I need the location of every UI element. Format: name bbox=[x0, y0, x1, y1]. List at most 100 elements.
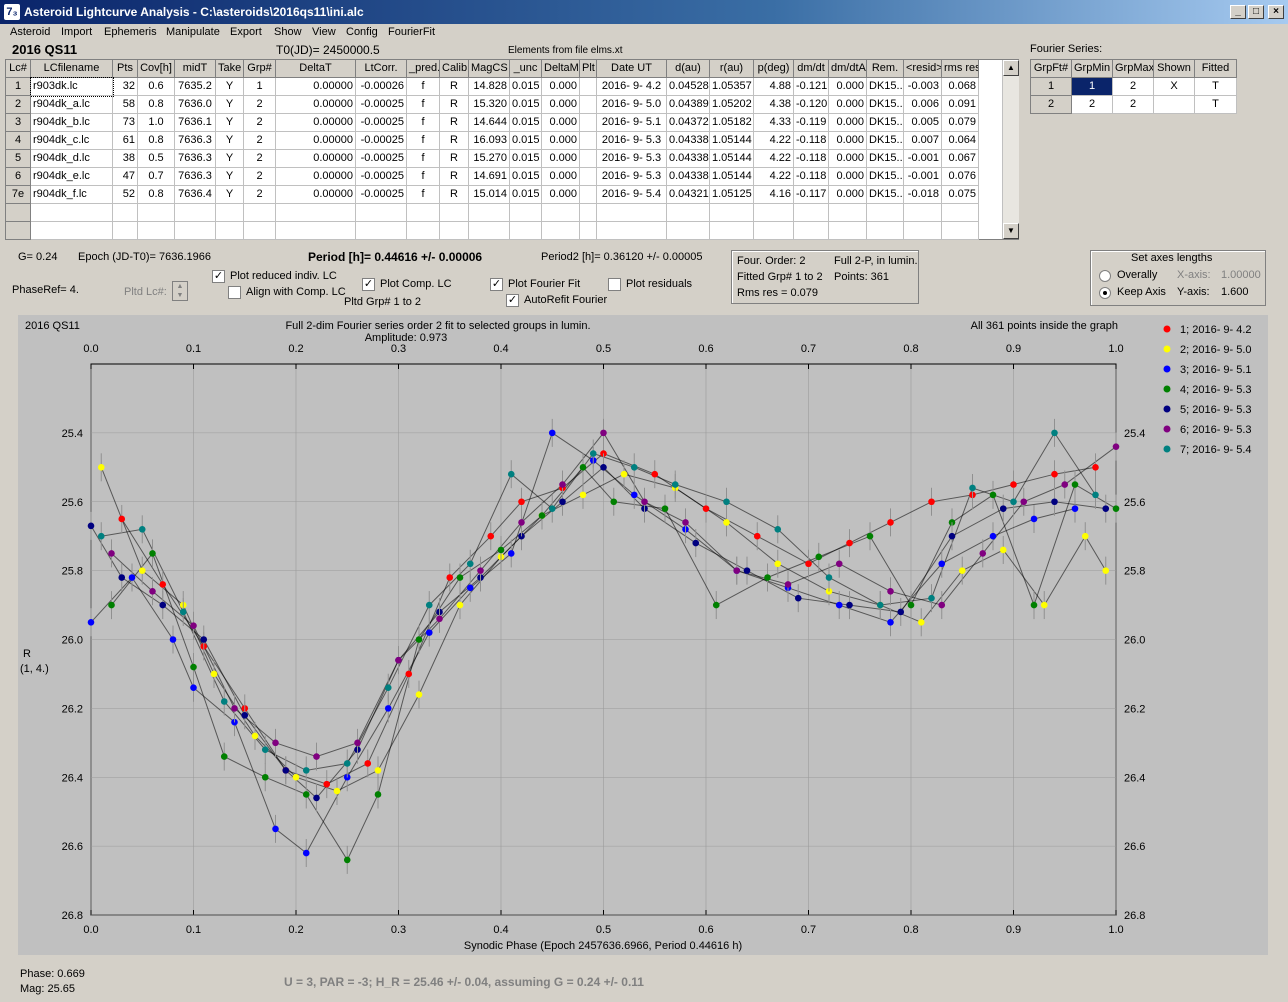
table-cell[interactable]: -0.118 bbox=[794, 150, 829, 168]
column-header[interactable]: p(deg) bbox=[754, 60, 794, 78]
table-cell-empty[interactable] bbox=[542, 222, 580, 240]
table-cell[interactable]: R bbox=[440, 78, 469, 96]
table-cell[interactable]: 15.270 bbox=[469, 150, 510, 168]
table-cell[interactable]: 2016- 9- 5.0 bbox=[597, 96, 667, 114]
column-header[interactable]: <resid> bbox=[904, 60, 942, 78]
fourier-cell[interactable]: 2 bbox=[1031, 96, 1072, 114]
menu-config[interactable]: Config bbox=[346, 26, 378, 38]
table-cell[interactable]: 0.000 bbox=[542, 168, 580, 186]
table-cell-empty[interactable] bbox=[244, 204, 276, 222]
table-cell[interactable]: 2016- 9- 5.3 bbox=[597, 150, 667, 168]
table-cell-empty[interactable] bbox=[510, 204, 542, 222]
table-cell[interactable]: 0.000 bbox=[542, 186, 580, 204]
table-cell[interactable]: 2 bbox=[244, 132, 276, 150]
table-cell[interactable]: 1.05357 bbox=[710, 78, 754, 96]
table-cell[interactable]: 0.015 bbox=[510, 186, 542, 204]
table-cell[interactable]: f bbox=[407, 96, 440, 114]
table-cell[interactable]: 4.16 bbox=[754, 186, 794, 204]
table-cell[interactable]: 1.0 bbox=[138, 114, 175, 132]
table-cell[interactable]: -0.118 bbox=[794, 168, 829, 186]
table-cell[interactable]: -0.117 bbox=[794, 186, 829, 204]
table-cell[interactable]: 0.000 bbox=[829, 168, 867, 186]
fourier-column-header[interactable]: Shown bbox=[1154, 60, 1195, 78]
table-cell-empty[interactable] bbox=[356, 204, 407, 222]
table-cell[interactable]: 0.000 bbox=[829, 186, 867, 204]
table-cell[interactable]: Y bbox=[216, 150, 244, 168]
row-header[interactable]: 3 bbox=[6, 114, 31, 132]
table-cell[interactable]: -0.00025 bbox=[356, 132, 407, 150]
table-cell-empty[interactable] bbox=[113, 222, 138, 240]
table-cell-empty[interactable] bbox=[356, 222, 407, 240]
column-header[interactable]: LCfilename bbox=[31, 60, 113, 78]
table-cell-empty[interactable] bbox=[138, 204, 175, 222]
table-cell[interactable]: 0.015 bbox=[510, 96, 542, 114]
table-cell[interactable]: DK15... bbox=[867, 78, 904, 96]
table-cell[interactable]: 2 bbox=[244, 96, 276, 114]
table-cell[interactable]: 0.015 bbox=[510, 78, 542, 96]
fourier-cell[interactable] bbox=[1154, 96, 1195, 114]
table-cell[interactable]: r904dk_d.lc bbox=[31, 150, 113, 168]
table-cell-empty[interactable] bbox=[175, 204, 216, 222]
table-cell[interactable]: 0.079 bbox=[942, 114, 979, 132]
table-cell[interactable]: R bbox=[440, 114, 469, 132]
table-cell[interactable]: -0.118 bbox=[794, 132, 829, 150]
column-header[interactable]: DeltaT bbox=[276, 60, 356, 78]
column-header[interactable]: Cov[h] bbox=[138, 60, 175, 78]
table-cell[interactable]: 0.00000 bbox=[276, 186, 356, 204]
column-header[interactable]: Rem. bbox=[867, 60, 904, 78]
table-cell[interactable]: -0.00025 bbox=[356, 186, 407, 204]
table-cell[interactable]: 4.22 bbox=[754, 168, 794, 186]
table-cell[interactable]: 1.05202 bbox=[710, 96, 754, 114]
table-cell-empty[interactable] bbox=[469, 222, 510, 240]
table-cell[interactable]: R bbox=[440, 150, 469, 168]
column-header[interactable]: dm/dtA bbox=[829, 60, 867, 78]
table-cell[interactable]: Y bbox=[216, 132, 244, 150]
table-cell[interactable]: r904dk_c.lc bbox=[31, 132, 113, 150]
fourier-column-header[interactable]: Fitted bbox=[1195, 60, 1237, 78]
table-cell[interactable] bbox=[580, 96, 597, 114]
align-checkbox[interactable] bbox=[228, 286, 241, 299]
table-cell[interactable]: 2016- 9- 5.4 bbox=[597, 186, 667, 204]
table-cell[interactable] bbox=[580, 150, 597, 168]
table-cell[interactable]: 0.075 bbox=[942, 186, 979, 204]
table-cell[interactable]: 14.828 bbox=[469, 78, 510, 96]
fourier-cell[interactable]: 1 bbox=[1072, 78, 1113, 96]
row-header[interactable] bbox=[6, 222, 31, 240]
plot-svg[interactable]: 0.0 0.0 0.1 0.1 0.2 0.2 0.3 0.3 0.4 0.4 0.5 0.5 0.6 0… bbox=[18, 315, 1268, 955]
fourier-cell[interactable]: 2 bbox=[1072, 96, 1113, 114]
table-cell[interactable]: DK15... bbox=[867, 150, 904, 168]
table-cell[interactable]: 0.8 bbox=[138, 186, 175, 204]
table-cell[interactable]: 0.00000 bbox=[276, 114, 356, 132]
table-cell[interactable]: 0.000 bbox=[829, 150, 867, 168]
table-cell[interactable]: DK15... bbox=[867, 186, 904, 204]
table-cell[interactable]: Y bbox=[216, 78, 244, 96]
table-cell[interactable]: 0.091 bbox=[942, 96, 979, 114]
table-cell[interactable]: R bbox=[440, 168, 469, 186]
table-cell[interactable]: 1.05144 bbox=[710, 132, 754, 150]
table-cell[interactable]: 0.064 bbox=[942, 132, 979, 150]
table-cell[interactable]: 1.05182 bbox=[710, 114, 754, 132]
table-cell[interactable]: 0.04528 bbox=[667, 78, 710, 96]
table-cell[interactable]: -0.00025 bbox=[356, 168, 407, 186]
column-header[interactable]: Lc# bbox=[6, 60, 31, 78]
fourier-column-header[interactable]: GrpFt# bbox=[1031, 60, 1072, 78]
table-cell[interactable]: 0.00000 bbox=[276, 132, 356, 150]
table-cell[interactable]: 0.04338 bbox=[667, 132, 710, 150]
row-header[interactable]: 6 bbox=[6, 168, 31, 186]
table-cell[interactable]: 0.5 bbox=[138, 150, 175, 168]
table-cell[interactable]: 1.05144 bbox=[710, 168, 754, 186]
table-cell[interactable]: 7636.3 bbox=[175, 168, 216, 186]
table-cell[interactable]: 0.000 bbox=[542, 114, 580, 132]
menu-export[interactable]: Export bbox=[230, 26, 262, 38]
table-cell-empty[interactable] bbox=[580, 204, 597, 222]
table-cell[interactable]: 7636.4 bbox=[175, 186, 216, 204]
menu-fourierfit[interactable]: FourierFit bbox=[388, 26, 435, 38]
fourier-cell[interactable]: 2 bbox=[1113, 78, 1154, 96]
table-cell-empty[interactable] bbox=[904, 204, 942, 222]
table-cell[interactable]: 38 bbox=[113, 150, 138, 168]
menu-view[interactable]: View bbox=[312, 26, 336, 38]
table-cell[interactable]: -0.00025 bbox=[356, 96, 407, 114]
table-cell[interactable]: f bbox=[407, 114, 440, 132]
table-cell-empty[interactable] bbox=[407, 222, 440, 240]
table-cell-empty[interactable] bbox=[31, 222, 113, 240]
